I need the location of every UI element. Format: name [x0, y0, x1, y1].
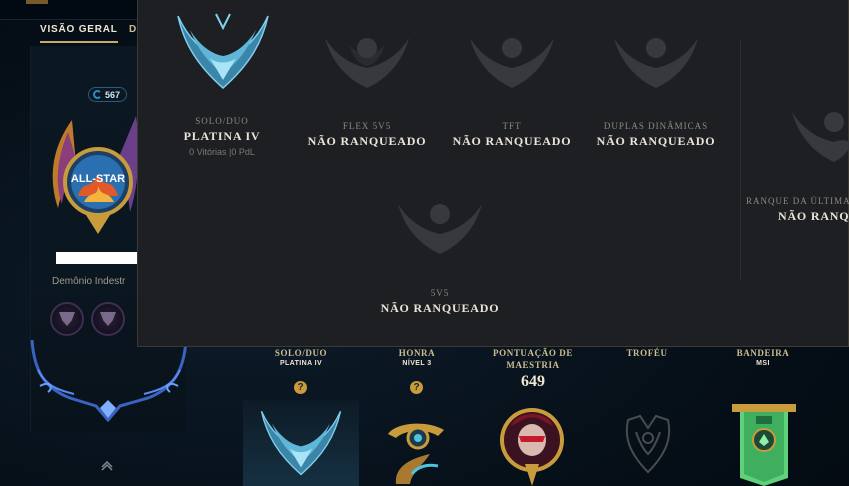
- stat-honor[interactable]: HONRA NÍVEL 3: [370, 347, 464, 367]
- emote-slot-2[interactable]: [91, 302, 125, 336]
- platinum-rank-emblem: [177, 13, 269, 89]
- queue-last-season[interactable]: RANQUE DA ÚLTIMA NÃO RANQU: [746, 196, 849, 224]
- unranked-emblem-tft: [470, 38, 554, 88]
- queue-tier: NÃO RANQUEADO: [307, 134, 427, 148]
- unranked-emblem-duos: [614, 38, 698, 88]
- level-ring-icon: [93, 90, 102, 99]
- honor-emblem-icon: [388, 423, 444, 484]
- queue-label: FLEX 5V5: [342, 121, 392, 131]
- unranked-emblem-flex: [325, 38, 409, 88]
- mastery-champion-icon: [500, 408, 564, 486]
- stat-label: HONRA: [398, 348, 436, 358]
- question-icon[interactable]: ?: [294, 381, 307, 394]
- queue-label: RANQUE DA ÚLTIMA: [746, 196, 849, 206]
- queue-tier: NÃO RANQU: [778, 209, 849, 223]
- stat-solo-duo[interactable]: SOLO/DUO PLATINA IV: [254, 347, 348, 367]
- stat-label: SOLO/DUO: [274, 348, 328, 358]
- banner-frame-ornament: [30, 340, 188, 423]
- queue-label: 5V5: [430, 288, 450, 298]
- queue-tier: NÃO RANQUEADO: [380, 301, 500, 315]
- trophy-icon: [625, 414, 671, 474]
- queue-tier: NÃO RANQUEADO: [596, 134, 716, 148]
- level-badge: 567: [88, 87, 128, 102]
- stat-sub: NÍVEL 3: [402, 360, 432, 367]
- summoner-title: Demônio Indestr: [52, 276, 126, 287]
- queue-tier: PLATINA IV: [183, 129, 261, 143]
- queue-label: SOLO/DUO: [195, 116, 249, 126]
- stat-sub: PLATINA IV: [279, 360, 323, 367]
- home-button[interactable]: [26, 0, 48, 4]
- queue-tier: NÃO RANQUEADO: [452, 134, 572, 148]
- queue-label: TFT: [502, 121, 522, 131]
- queue-5v5[interactable]: 5V5 NÃO RANQUEADO: [380, 288, 500, 316]
- banner-flag-icon: [732, 404, 796, 486]
- stat-mastery[interactable]: PONTUAÇÃO DE MAESTRIA 649: [478, 347, 588, 391]
- mastery-score: 649: [521, 373, 545, 390]
- unranked-emblem-5v5: [398, 204, 482, 254]
- queue-label: DUPLAS DINÂMICAS: [603, 121, 709, 131]
- stat-sub: MSI: [756, 360, 770, 367]
- stat-label-line2: MAESTRIA: [506, 360, 560, 370]
- level-value: 567: [105, 89, 121, 100]
- question-icon[interactable]: ?: [410, 381, 423, 394]
- stat-label: BANDEIRA: [736, 348, 790, 358]
- queue-tft[interactable]: TFT NÃO RANQUEADO: [452, 121, 572, 149]
- queue-flex[interactable]: FLEX 5V5 NÃO RANQUEADO: [307, 121, 427, 149]
- unranked-emblem-last-season: [792, 112, 849, 162]
- emote-icon: [100, 312, 116, 326]
- panel-divider: [740, 40, 741, 280]
- chevron-up-icon[interactable]: [101, 461, 113, 471]
- queue-duos[interactable]: DUPLAS DINÂMICAS NÃO RANQUEADO: [590, 121, 722, 149]
- emote-icon: [59, 312, 75, 326]
- tab-overview[interactable]: VISÃO GERAL: [40, 24, 118, 43]
- stat-trophy[interactable]: TROFÉU: [600, 347, 694, 359]
- platinum-rank-emblem-small: [260, 410, 342, 476]
- stat-banner[interactable]: BANDEIRA MSI: [716, 347, 810, 367]
- tab-second[interactable]: D: [129, 24, 137, 35]
- profile-crest[interactable]: ALL-STAR: [44, 112, 142, 244]
- crest-allstar-text: ALL-STAR: [71, 173, 125, 185]
- stat-label: TROFÉU: [626, 348, 668, 358]
- emote-slot-1[interactable]: [50, 302, 84, 336]
- queue-solo-duo[interactable]: SOLO/DUO PLATINA IV 0 Vitórias |0 PdL: [172, 116, 272, 157]
- stat-label: PONTUAÇÃO DE: [493, 348, 573, 358]
- summoner-name-redacted: [56, 252, 146, 264]
- queue-stats: 0 Vitórias |0 PdL: [189, 147, 255, 157]
